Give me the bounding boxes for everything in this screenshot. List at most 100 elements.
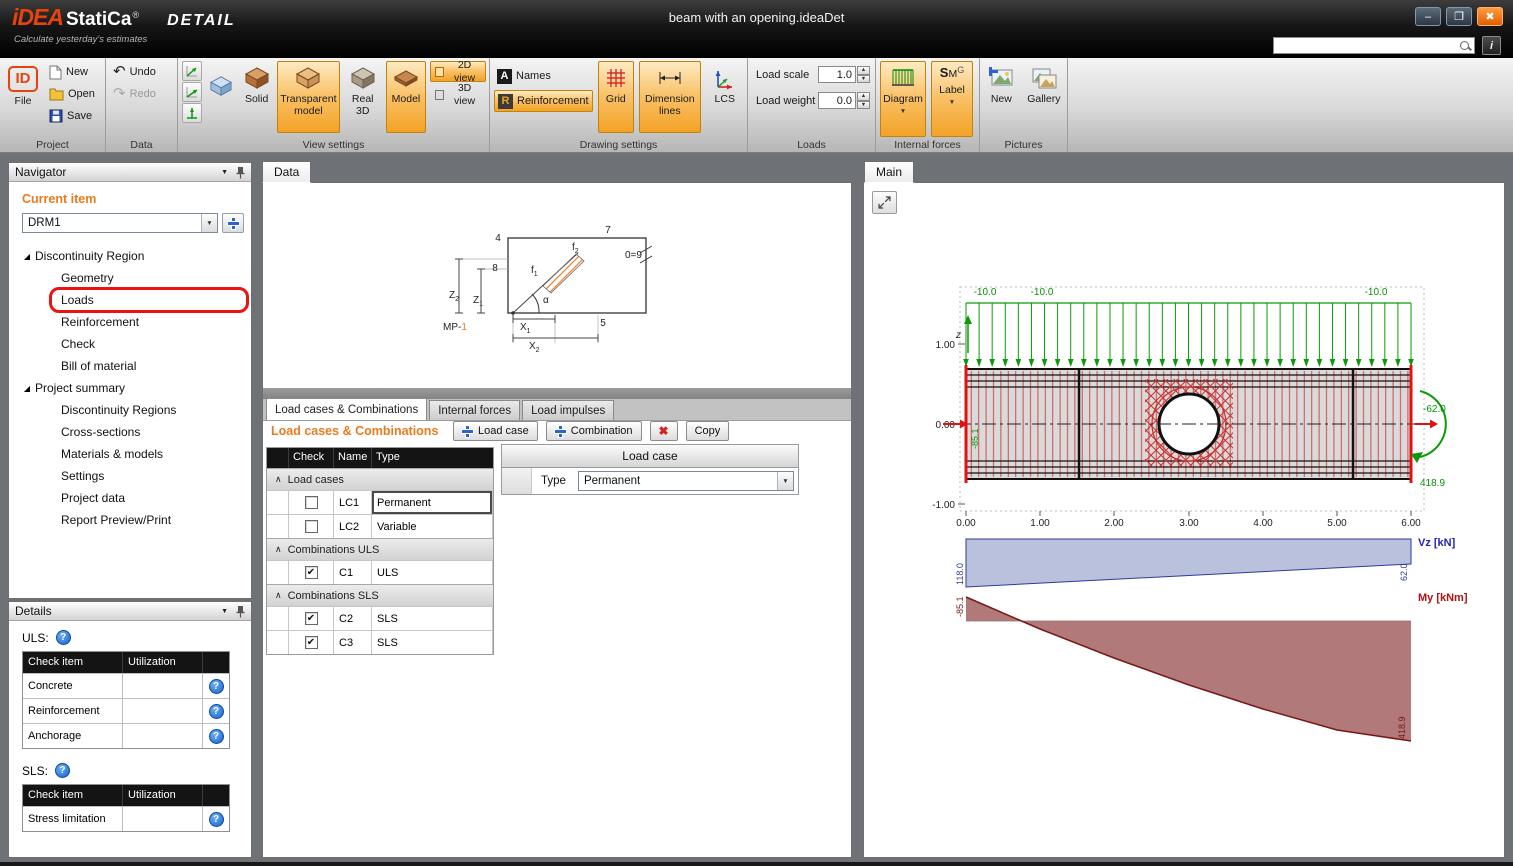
uls-help-icon[interactable]: ? [56, 630, 71, 645]
tree-item-geometry[interactable]: Geometry [9, 267, 251, 289]
solid-view-button[interactable]: Solid [240, 61, 273, 133]
gallery-button[interactable]: Gallery [1024, 61, 1064, 133]
load-scale-input[interactable]: 1.0 [818, 66, 856, 83]
load-scale-up-icon[interactable]: ▲ [857, 66, 870, 75]
close-button[interactable]: ✖ [1477, 7, 1503, 26]
open-button[interactable]: Open [46, 83, 98, 105]
table-row-c3[interactable]: ✔ C3 SLS [267, 630, 493, 654]
fit-view-button[interactable] [872, 191, 897, 214]
label-dropdown-icon[interactable]: ▼ [949, 99, 955, 106]
lc1-type-cell[interactable]: Permanent [372, 490, 493, 514]
load-weight-up-icon[interactable]: ▲ [857, 92, 870, 101]
redo-button[interactable]: ↷ Redo [110, 83, 159, 105]
add-combination-button[interactable]: Combination [546, 421, 642, 441]
main-view-panel[interactable]: 1.00 0.00 -1.00 z -10.0 -10.0 -10.0 [863, 182, 1505, 858]
tree-item-reinforcement[interactable]: Reinforcement [9, 311, 251, 333]
anchorage-help-icon[interactable]: ? [209, 729, 224, 744]
3d-view-button[interactable]: 3D view [430, 84, 486, 105]
current-item-combobox[interactable]: DRM1 ▼ [22, 213, 218, 233]
model-view-button[interactable]: Model [386, 61, 426, 133]
combobox-arrow-icon[interactable]: ▼ [201, 214, 217, 232]
undo-button[interactable]: ↶ Undo [110, 61, 159, 83]
diagram-button[interactable]: Diagram ▼ [880, 61, 926, 137]
load-weight-input[interactable]: 0.0 [818, 92, 856, 109]
label-button[interactable]: SMG Label ▼ [931, 61, 973, 137]
2d-view-button[interactable]: 2D view [430, 61, 486, 82]
transparent-model-button[interactable]: Transparent model [277, 61, 339, 133]
tree-item-report-preview-print[interactable]: Report Preview/Print [9, 509, 251, 531]
table-row-lc2[interactable]: LC2 Variable [267, 514, 493, 538]
subtab-load-cases-combinations[interactable]: Load cases & Combinations [266, 398, 427, 420]
tree-item-settings[interactable]: Settings [9, 465, 251, 487]
table-row-reinforcement[interactable]: Reinforcement? [23, 698, 229, 723]
tree-item-discontinuity-regions[interactable]: Discontinuity Regions [9, 399, 251, 421]
subtab-load-impulses[interactable]: Load impulses [522, 400, 614, 420]
minimize-button[interactable]: – [1415, 7, 1441, 26]
c1-checkbox[interactable]: ✔ [305, 566, 318, 579]
c3-checkbox[interactable]: ✔ [305, 636, 318, 649]
search-icon[interactable] [1458, 39, 1472, 53]
dimension-lines-toggle-button[interactable]: Dimension lines [639, 61, 700, 133]
view-direction-y-button[interactable] [182, 82, 202, 102]
sls-help-icon[interactable]: ? [55, 763, 70, 778]
group-row-combinations-sls[interactable]: ∧Combinations SLS [267, 584, 493, 606]
tree-item-cross-sections[interactable]: Cross-sections [9, 421, 251, 443]
expander-icon[interactable]: ◢ [19, 252, 35, 261]
new-picture-button[interactable]: New [984, 61, 1019, 133]
info-button[interactable]: i [1482, 36, 1501, 55]
navigator-menu-icon[interactable]: ▼ [221, 169, 228, 176]
table-row-lc1[interactable]: LC1 Permanent [267, 490, 493, 514]
concrete-help-icon[interactable]: ? [209, 679, 224, 694]
details-menu-icon[interactable]: ▼ [221, 608, 228, 615]
combobox-arrow-icon[interactable]: ▼ [777, 472, 793, 490]
search-input[interactable] [1274, 39, 1458, 52]
delete-button[interactable]: ✖ [650, 421, 678, 441]
tree-item-check[interactable]: Check [9, 333, 251, 355]
tab-main[interactable]: Main [864, 161, 914, 183]
c2-checkbox[interactable]: ✔ [305, 612, 318, 625]
tab-data[interactable]: Data [262, 161, 311, 183]
tree-item-project-data[interactable]: Project data [9, 487, 251, 509]
add-region-button[interactable] [222, 213, 244, 233]
subtab-internal-forces[interactable]: Internal forces [429, 400, 520, 420]
x-tick-0: 0.00 [956, 518, 976, 529]
pin-icon[interactable] [236, 166, 245, 179]
lcs-toggle-button[interactable]: LCS [706, 61, 744, 133]
file-button[interactable]: ID File [4, 61, 42, 133]
pin-icon[interactable] [236, 605, 245, 618]
lc2-checkbox[interactable] [305, 520, 318, 533]
stress-limitation-help-icon[interactable]: ? [209, 812, 224, 827]
tree-item-materials-models[interactable]: Materials & models [9, 443, 251, 465]
table-row-concrete[interactable]: Concrete? [23, 673, 229, 698]
load-case-toolbar: Load case Combination ✖ Copy [453, 421, 729, 441]
maximize-button[interactable]: ❐ [1446, 7, 1472, 26]
load-scale-down-icon[interactable]: ▼ [857, 75, 870, 84]
diagram-dropdown-icon[interactable]: ▼ [900, 108, 906, 115]
expander-icon[interactable]: ◢ [19, 384, 35, 393]
axonometry-view-button[interactable] [206, 61, 236, 111]
group-row-combinations-uls[interactable]: ∧Combinations ULS [267, 538, 493, 560]
view-direction-z-button[interactable] [182, 103, 202, 123]
save-button[interactable]: Save [46, 105, 98, 127]
table-row-c1[interactable]: ✔ C1 ULS [267, 560, 493, 584]
real-3d-button[interactable]: Real 3D [344, 61, 382, 133]
view-direction-x-button[interactable] [182, 61, 202, 81]
add-load-case-button[interactable]: Load case [453, 421, 538, 441]
lc1-checkbox[interactable] [305, 496, 318, 509]
tree-item-loads[interactable]: Loads [9, 289, 251, 311]
table-row-stress-limitation[interactable]: Stress limitation? [23, 806, 229, 831]
reinforcement-toggle-button[interactable]: R Reinforcement [494, 90, 593, 112]
reinforcement-help-icon[interactable]: ? [209, 704, 224, 719]
new-project-button[interactable]: New [46, 61, 98, 83]
group-row-load-cases[interactable]: ∧Load cases [267, 468, 493, 490]
grid-toggle-button[interactable]: Grid [598, 61, 635, 133]
load-case-type-combobox[interactable]: Permanent ▼ [578, 471, 794, 491]
tree-item-bill-of-material[interactable]: Bill of material [9, 355, 251, 377]
tree-item-discontinuity-region[interactable]: ◢Discontinuity Region [9, 245, 251, 267]
table-row-c2[interactable]: ✔ C2 SLS [267, 606, 493, 630]
table-row-anchorage[interactable]: Anchorage? [23, 723, 229, 748]
load-weight-down-icon[interactable]: ▼ [857, 101, 870, 110]
tree-item-project-summary[interactable]: ◢Project summary [9, 377, 251, 399]
copy-button[interactable]: Copy [686, 421, 730, 441]
names-toggle-button[interactable]: A Names [494, 65, 593, 87]
